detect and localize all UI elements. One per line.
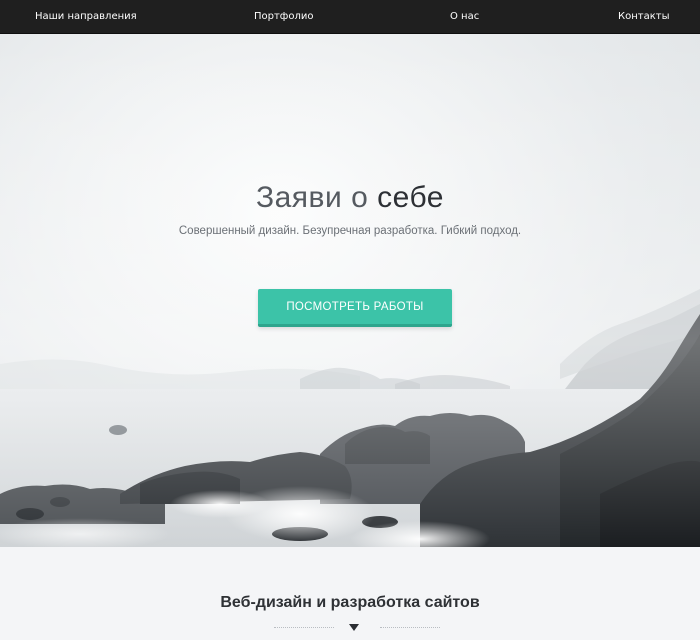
- services-section: Веб-дизайн и разработка сайтов: [0, 547, 700, 640]
- hero-section: Заяви о себе Совершенный дизайн. Безупре…: [0, 34, 700, 547]
- chevron-down-icon: [349, 624, 359, 631]
- top-navigation: Наши направления Портфолио О нас Контакт…: [0, 0, 700, 34]
- nav-link-contacts[interactable]: Контакты: [618, 11, 669, 23]
- section-divider-right: [380, 627, 440, 628]
- nav-link-about[interactable]: О нас: [450, 11, 479, 23]
- nav-link-portfolio[interactable]: Портфолио: [254, 11, 314, 23]
- hero-subtitle: Совершенный дизайн. Безупречная разработ…: [178, 225, 522, 237]
- nav-link-directions[interactable]: Наши направления: [35, 11, 137, 23]
- hero-title-light: Заяви о: [256, 181, 378, 214]
- view-works-button[interactable]: ПОСМОТРЕТЬ РАБОТЫ: [258, 289, 452, 327]
- section-divider-left: [274, 627, 334, 628]
- hero-title-strong: себе: [377, 181, 444, 214]
- hero-title: Заяви о себе: [0, 181, 700, 215]
- section-title: Веб-дизайн и разработка сайтов: [220, 594, 480, 611]
